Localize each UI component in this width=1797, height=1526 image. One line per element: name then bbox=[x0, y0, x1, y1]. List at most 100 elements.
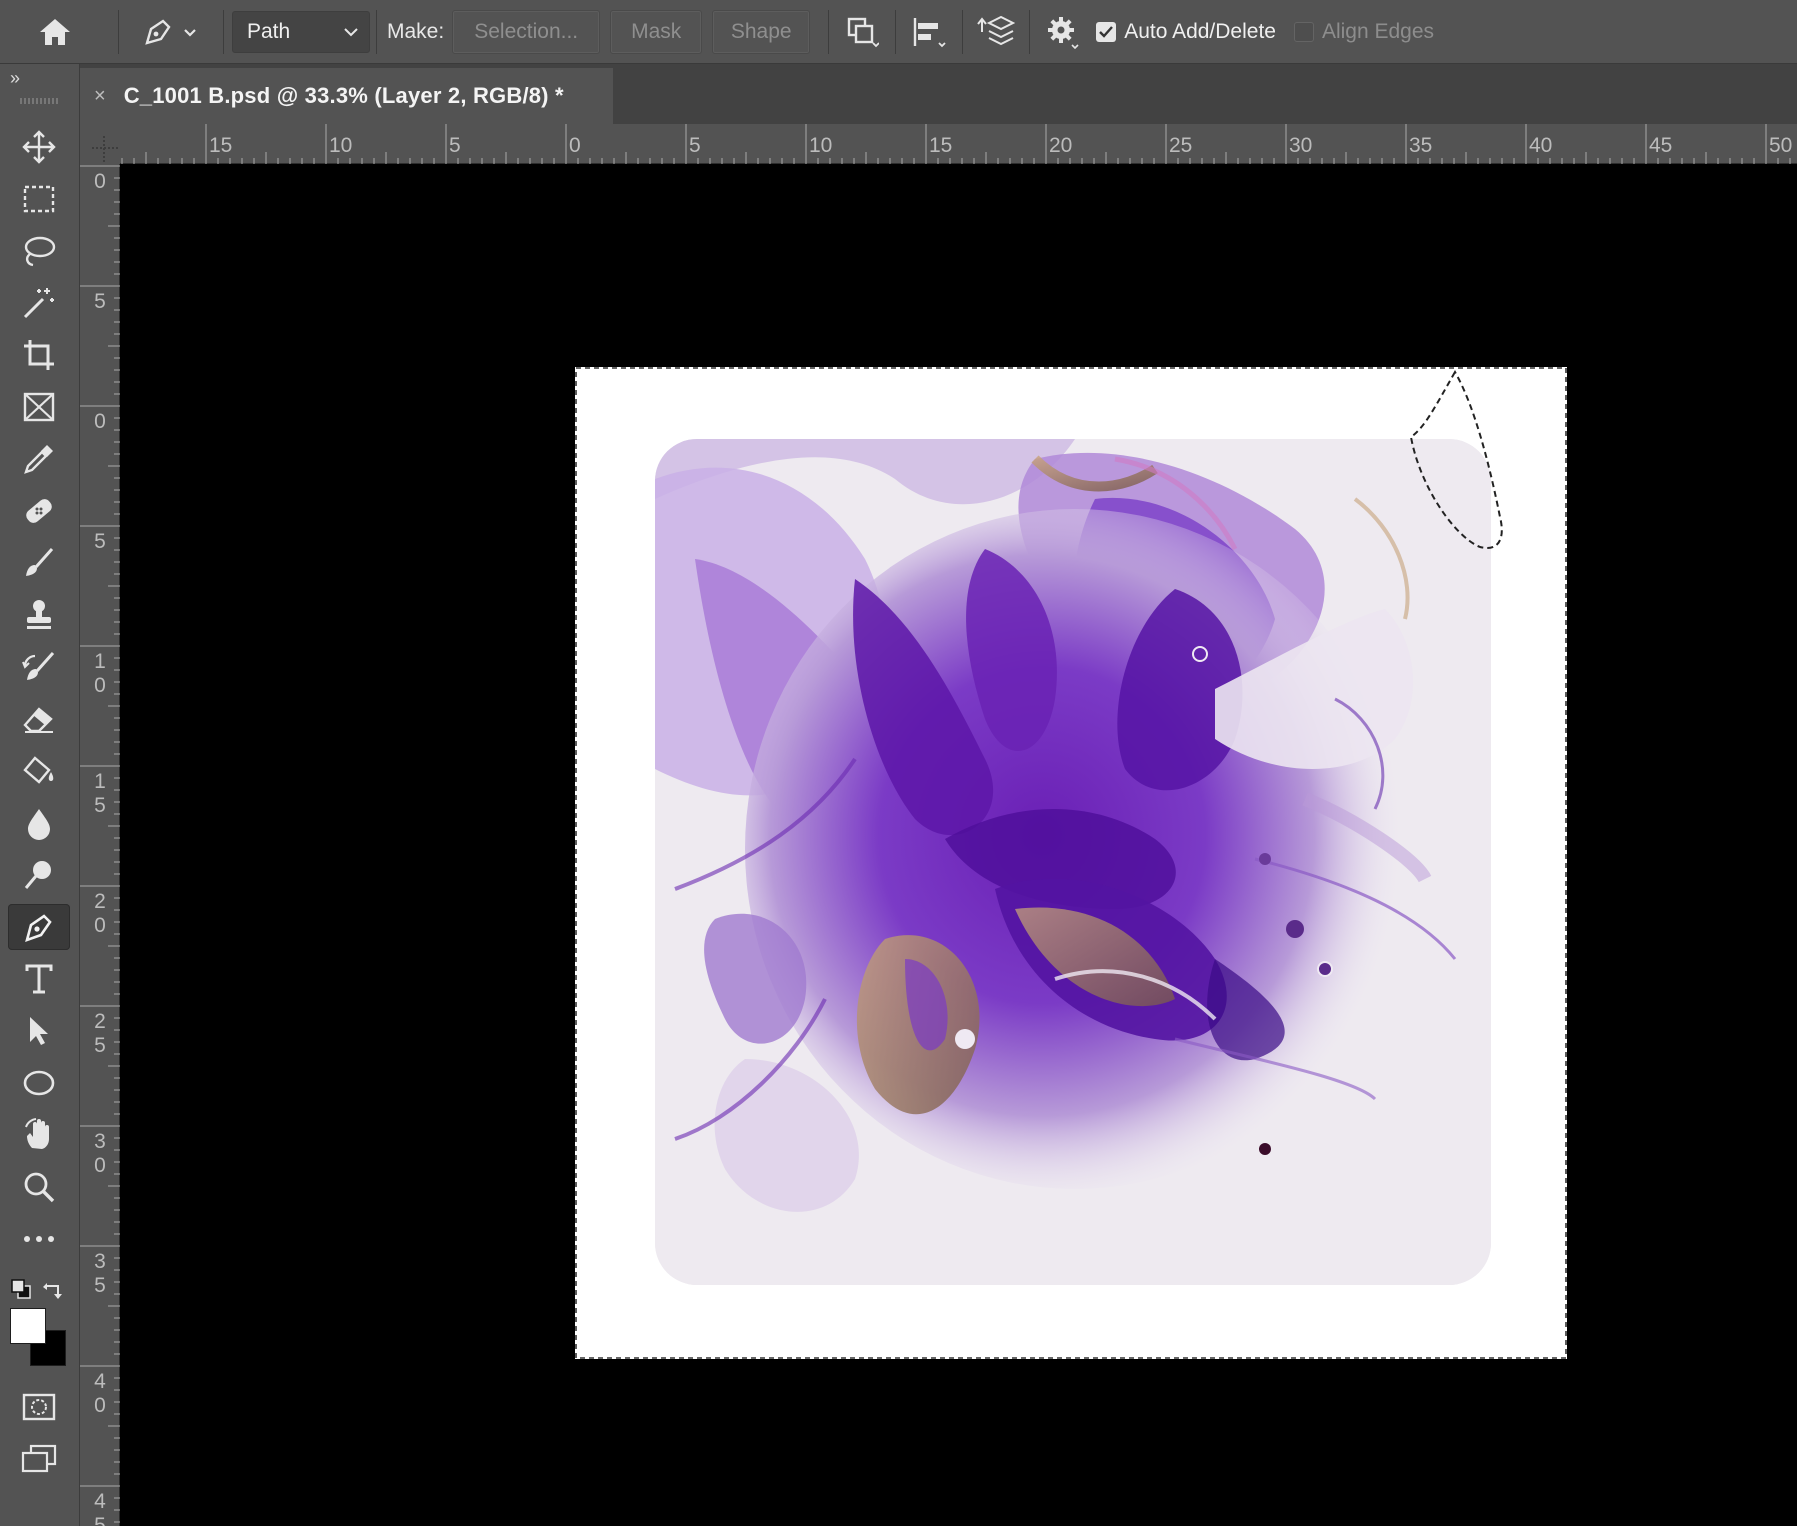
ruler-label: 0 bbox=[94, 170, 106, 193]
paint-bucket-tool[interactable] bbox=[8, 748, 70, 794]
ruler-label: 0 bbox=[569, 134, 581, 157]
separator bbox=[223, 9, 224, 54]
ruler-label: 0 bbox=[94, 410, 106, 433]
type-icon bbox=[25, 964, 53, 994]
ruler-label: 5 bbox=[94, 290, 106, 313]
ellipse-icon bbox=[23, 1070, 55, 1096]
path-operations-button[interactable] bbox=[837, 8, 887, 56]
eyedropper-tool[interactable] bbox=[8, 436, 70, 482]
ruler-origin-corner[interactable] bbox=[80, 124, 120, 164]
options-bar: Path Make: Selection... Mask Shape Auto … bbox=[0, 0, 1797, 64]
blur-tool[interactable] bbox=[8, 800, 70, 846]
path-selection-tool[interactable] bbox=[8, 1008, 70, 1054]
ruler-label: 50 bbox=[1769, 134, 1793, 157]
rectangular-marquee-tool[interactable] bbox=[8, 176, 70, 222]
hand-icon bbox=[25, 1118, 49, 1149]
home-button[interactable] bbox=[0, 8, 110, 56]
type-tool[interactable] bbox=[8, 956, 70, 1002]
bandage-icon bbox=[26, 499, 52, 523]
eraser-icon bbox=[23, 707, 53, 733]
path-operations-icon bbox=[847, 17, 880, 47]
quick-mask-icon bbox=[22, 1393, 56, 1421]
magic-wand-icon bbox=[23, 288, 54, 319]
auto-add-delete-checkbox[interactable] bbox=[1096, 21, 1117, 42]
screen-mode-button[interactable] bbox=[8, 1436, 70, 1482]
ruler-label: 5 bbox=[689, 134, 701, 157]
align-edges-checkbox[interactable] bbox=[1293, 21, 1314, 42]
tools-panel: » bbox=[0, 64, 80, 1526]
ellipse-tool[interactable] bbox=[8, 1060, 70, 1106]
frame-icon bbox=[23, 392, 55, 422]
auto-add-delete-option[interactable]: Auto Add/Delete bbox=[1096, 20, 1276, 44]
ruler-label: 35 bbox=[1409, 134, 1433, 157]
zoom-tool[interactable] bbox=[8, 1164, 70, 1210]
paint-bucket-icon bbox=[23, 756, 54, 784]
tool-preset-picker[interactable] bbox=[127, 8, 215, 56]
lasso-tool[interactable] bbox=[8, 228, 70, 274]
move-tool[interactable] bbox=[8, 124, 70, 170]
quick-mask-button[interactable] bbox=[8, 1384, 70, 1430]
ruler-label: 5 bbox=[449, 134, 461, 157]
make-label: Make: bbox=[387, 19, 445, 43]
stamp-icon bbox=[27, 600, 51, 629]
brush-tool[interactable] bbox=[8, 540, 70, 586]
close-tab-icon[interactable]: × bbox=[94, 85, 106, 108]
pen-tool[interactable] bbox=[8, 904, 70, 950]
path-arrangement-button[interactable] bbox=[971, 8, 1021, 56]
separator bbox=[118, 9, 119, 54]
swap-colors-button[interactable] bbox=[42, 1278, 66, 1305]
hand-tool[interactable] bbox=[8, 1112, 70, 1158]
make-selection-button[interactable]: Selection... bbox=[452, 9, 601, 54]
geometry-options-button[interactable] bbox=[1038, 8, 1088, 56]
panel-grip[interactable] bbox=[20, 98, 60, 104]
document-tab[interactable]: × C_1001 B.psd @ 33.3% (Layer 2, RGB/8) … bbox=[80, 68, 613, 124]
separator bbox=[962, 9, 964, 54]
arrow-cursor-icon bbox=[30, 1017, 48, 1045]
horizontal-ruler[interactable]: 15 10 5 0 5 10 15 20 25 30 35 40 45 50 bbox=[80, 124, 1797, 164]
collapse-panel-icon[interactable]: » bbox=[10, 68, 20, 89]
screen-mode-icon bbox=[21, 1444, 57, 1473]
more-dots-icon bbox=[24, 1236, 54, 1242]
separator bbox=[895, 9, 897, 54]
path-alignment-button[interactable] bbox=[904, 8, 954, 56]
document-canvas[interactable] bbox=[120, 164, 1797, 1526]
clone-stamp-tool[interactable] bbox=[8, 592, 70, 638]
ruler-label: 10 bbox=[809, 134, 833, 157]
separator bbox=[1029, 9, 1031, 54]
brush-icon bbox=[26, 548, 54, 576]
ruler-label: 10 bbox=[329, 134, 353, 157]
chevron-down-icon bbox=[344, 27, 358, 36]
foreground-color-swatch[interactable] bbox=[10, 1308, 46, 1344]
edit-toolbar-button[interactable] bbox=[8, 1216, 70, 1262]
pen-mode-value: Path bbox=[247, 19, 291, 43]
ruler-label: 10 bbox=[94, 650, 106, 697]
path-arrangement-icon bbox=[977, 15, 1016, 45]
ruler-label: 20 bbox=[94, 890, 106, 937]
make-shape-button[interactable]: Shape bbox=[712, 9, 811, 54]
ruler-origin-icon bbox=[92, 136, 120, 164]
vertical-ruler[interactable]: 0 5 0 5 10 15 20 25 30 35 40 45 bbox=[80, 164, 120, 1526]
healing-brush-tool[interactable] bbox=[8, 488, 70, 534]
fluid-art-painting bbox=[655, 439, 1491, 1285]
ruler-label: 20 bbox=[1049, 134, 1073, 157]
default-colors-button[interactable] bbox=[10, 1278, 32, 1305]
marquee-icon bbox=[23, 185, 55, 213]
separator bbox=[828, 9, 830, 54]
align-edges-option[interactable]: Align Edges bbox=[1293, 20, 1434, 44]
pen-mode-dropdown[interactable]: Path bbox=[232, 10, 370, 53]
pen-icon bbox=[25, 914, 52, 943]
ruler-label: 15 bbox=[929, 134, 953, 157]
ruler-label: 40 bbox=[94, 1370, 106, 1417]
artboard[interactable] bbox=[575, 367, 1567, 1359]
home-icon bbox=[40, 18, 70, 45]
dodge-tool[interactable] bbox=[8, 852, 70, 898]
crop-tool[interactable] bbox=[8, 332, 70, 378]
gear-icon bbox=[1048, 16, 1079, 49]
magic-wand-tool[interactable] bbox=[8, 280, 70, 326]
eraser-tool[interactable] bbox=[8, 696, 70, 742]
history-brush-tool[interactable] bbox=[8, 644, 70, 690]
path-alignment-icon bbox=[913, 17, 946, 47]
make-mask-button[interactable]: Mask bbox=[610, 9, 703, 54]
frame-tool[interactable] bbox=[8, 384, 70, 430]
ruler-label: 45 bbox=[94, 1490, 106, 1526]
